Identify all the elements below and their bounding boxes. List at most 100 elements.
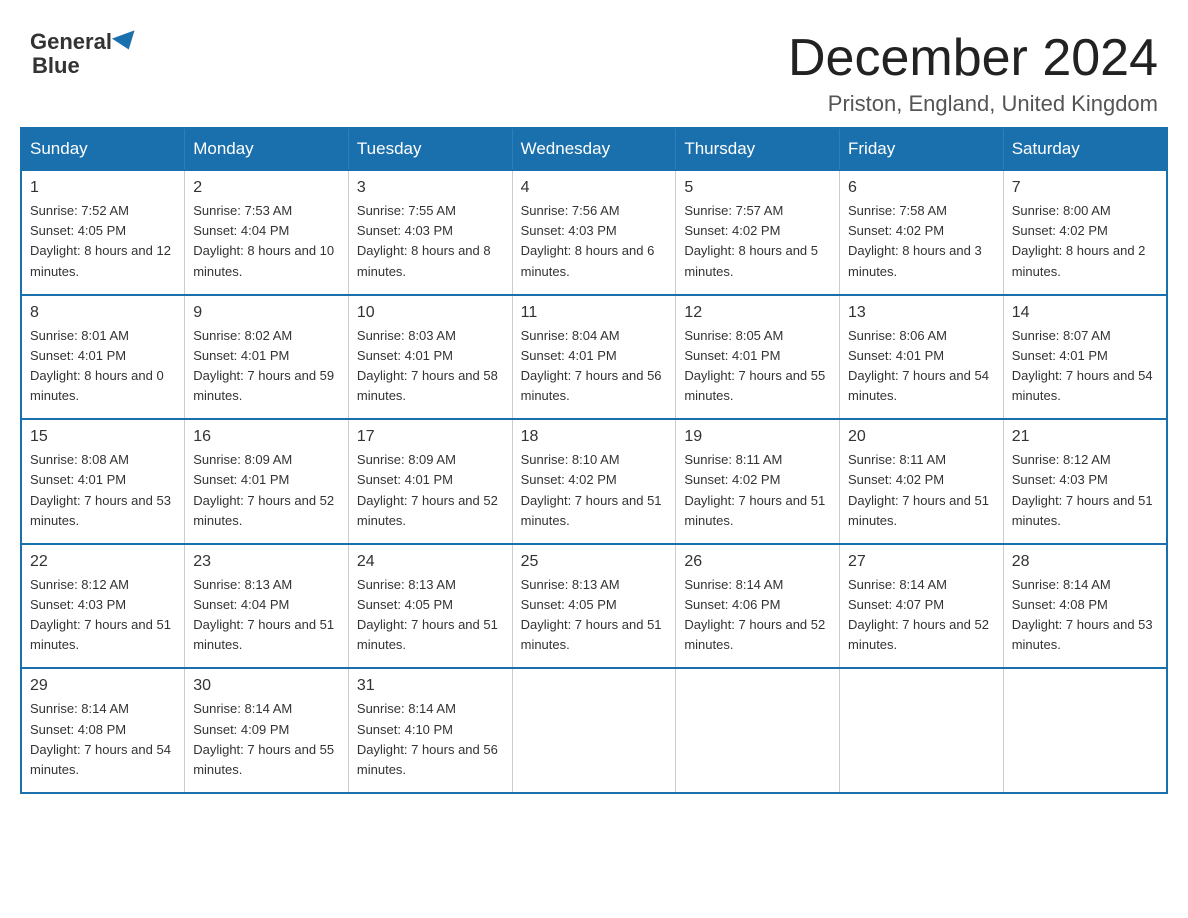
day-info: Sunrise: 8:14 AMSunset: 4:09 PMDaylight:… <box>193 699 340 780</box>
calendar-cell: 7Sunrise: 8:00 AMSunset: 4:02 PMDaylight… <box>1003 170 1167 295</box>
day-number: 26 <box>684 553 831 571</box>
calendar-cell: 31 Sunrise: 8:14 AMSunset: 4:10 PMDayligh… <box>348 668 512 793</box>
calendar-cell: 18 Sunrise: 8:10 AMSunset: 4:02 PMDayligh… <box>512 419 676 544</box>
day-info: Sunrise: 8:14 AMSunset: 4:10 PMDaylight:… <box>357 699 504 780</box>
calendar-cell: 2 Sunrise: 7:53 AMSunset: 4:04 PMDaylight… <box>185 170 349 295</box>
calendar-cell: 15 Sunrise: 8:08 AMSunset: 4:01 PMDayligh… <box>21 419 185 544</box>
day-number: 1 <box>30 179 176 197</box>
calendar-subtitle: Priston, England, United Kingdom <box>788 91 1158 117</box>
logo: General Blue <box>30 30 138 78</box>
calendar-cell: 4 Sunrise: 7:56 AMSunset: 4:03 PMDaylight… <box>512 170 676 295</box>
day-info: Sunrise: 8:12 AMSunset: 4:03 PMDaylight:… <box>30 575 176 656</box>
day-info: Sunrise: 8:14 AMSunset: 4:07 PMDaylight:… <box>848 575 995 656</box>
calendar-cell: 10Sunrise: 8:03 AMSunset: 4:01 PMDayligh… <box>348 295 512 420</box>
calendar-cell: 6Sunrise: 7:58 AMSunset: 4:02 PMDaylight… <box>840 170 1004 295</box>
calendar-cell: 26 Sunrise: 8:14 AMSunset: 4:06 PMDayligh… <box>676 544 840 669</box>
day-info: Sunrise: 8:14 AMSunset: 4:08 PMDaylight:… <box>30 699 176 780</box>
calendar-cell <box>676 668 840 793</box>
day-number: 6 <box>848 179 995 197</box>
day-info: Sunrise: 7:55 AMSunset: 4:03 PMDaylight:… <box>357 201 504 282</box>
day-info: Sunrise: 8:12 AMSunset: 4:03 PMDaylight:… <box>1012 450 1158 531</box>
calendar-cell: 11 Sunrise: 8:04 AMSunset: 4:01 PMDayligh… <box>512 295 676 420</box>
calendar-week-row: 8Sunrise: 8:01 AMSunset: 4:01 PMDaylight… <box>21 295 1167 420</box>
day-info: Sunrise: 8:13 AMSunset: 4:04 PMDaylight:… <box>193 575 340 656</box>
calendar-cell: 13 Sunrise: 8:06 AMSunset: 4:01 PMDayligh… <box>840 295 1004 420</box>
calendar-week-row: 22 Sunrise: 8:12 AMSunset: 4:03 PMDayligh… <box>21 544 1167 669</box>
calendar-cell <box>840 668 1004 793</box>
day-number: 14 <box>1012 304 1158 322</box>
calendar-cell: 5Sunrise: 7:57 AMSunset: 4:02 PMDaylight… <box>676 170 840 295</box>
day-info: Sunrise: 8:02 AMSunset: 4:01 PMDaylight:… <box>193 326 340 407</box>
day-info: Sunrise: 8:05 AMSunset: 4:01 PMDaylight:… <box>684 326 831 407</box>
calendar-cell <box>512 668 676 793</box>
weekday-header-row: SundayMondayTuesdayWednesdayThursdayFrid… <box>21 128 1167 170</box>
calendar-cell: 22 Sunrise: 8:12 AMSunset: 4:03 PMDayligh… <box>21 544 185 669</box>
day-number: 13 <box>848 304 995 322</box>
calendar-cell: 8Sunrise: 8:01 AMSunset: 4:01 PMDaylight… <box>21 295 185 420</box>
weekday-header-monday: Monday <box>185 128 349 170</box>
calendar-week-row: 15 Sunrise: 8:08 AMSunset: 4:01 PMDayligh… <box>21 419 1167 544</box>
weekday-header-saturday: Saturday <box>1003 128 1167 170</box>
day-info: Sunrise: 8:10 AMSunset: 4:02 PMDaylight:… <box>521 450 668 531</box>
calendar-cell: 28 Sunrise: 8:14 AMSunset: 4:08 PMDayligh… <box>1003 544 1167 669</box>
day-info: Sunrise: 8:08 AMSunset: 4:01 PMDaylight:… <box>30 450 176 531</box>
calendar-cell: 3 Sunrise: 7:55 AMSunset: 4:03 PMDaylight… <box>348 170 512 295</box>
day-number: 3 <box>357 179 504 197</box>
day-number: 30 <box>193 677 340 695</box>
weekday-header-sunday: Sunday <box>21 128 185 170</box>
day-info: Sunrise: 8:07 AMSunset: 4:01 PMDaylight:… <box>1012 326 1158 407</box>
day-info: Sunrise: 8:11 AMSunset: 4:02 PMDaylight:… <box>684 450 831 531</box>
day-number: 18 <box>521 428 668 446</box>
day-info: Sunrise: 7:56 AMSunset: 4:03 PMDaylight:… <box>521 201 668 282</box>
page-header: General Blue December 2024 Priston, Engl… <box>20 20 1168 117</box>
calendar-table: SundayMondayTuesdayWednesdayThursdayFrid… <box>20 127 1168 794</box>
day-number: 5 <box>684 179 831 197</box>
day-info: Sunrise: 8:13 AMSunset: 4:05 PMDaylight:… <box>521 575 668 656</box>
day-info: Sunrise: 8:00 AMSunset: 4:02 PMDaylight:… <box>1012 201 1158 282</box>
title-block: December 2024 Priston, England, United K… <box>788 30 1158 117</box>
calendar-cell: 17Sunrise: 8:09 AMSunset: 4:01 PMDayligh… <box>348 419 512 544</box>
day-info: Sunrise: 8:09 AMSunset: 4:01 PMDaylight:… <box>193 450 340 531</box>
calendar-cell: 29Sunrise: 8:14 AMSunset: 4:08 PMDayligh… <box>21 668 185 793</box>
day-info: Sunrise: 7:53 AMSunset: 4:04 PMDaylight:… <box>193 201 340 282</box>
calendar-cell: 12 Sunrise: 8:05 AMSunset: 4:01 PMDayligh… <box>676 295 840 420</box>
calendar-cell: 30 Sunrise: 8:14 AMSunset: 4:09 PMDayligh… <box>185 668 349 793</box>
day-info: Sunrise: 8:09 AMSunset: 4:01 PMDaylight:… <box>357 450 504 531</box>
day-number: 24 <box>357 553 504 571</box>
day-info: Sunrise: 8:03 AMSunset: 4:01 PMDaylight:… <box>357 326 504 407</box>
calendar-cell: 14 Sunrise: 8:07 AMSunset: 4:01 PMDayligh… <box>1003 295 1167 420</box>
calendar-cell: 23 Sunrise: 8:13 AMSunset: 4:04 PMDayligh… <box>185 544 349 669</box>
weekday-header-thursday: Thursday <box>676 128 840 170</box>
day-number: 9 <box>193 304 340 322</box>
calendar-cell: 1 Sunrise: 7:52 AMSunset: 4:05 PMDaylight… <box>21 170 185 295</box>
calendar-week-row: 29Sunrise: 8:14 AMSunset: 4:08 PMDayligh… <box>21 668 1167 793</box>
calendar-cell: 19 Sunrise: 8:11 AMSunset: 4:02 PMDayligh… <box>676 419 840 544</box>
day-info: Sunrise: 8:14 AMSunset: 4:06 PMDaylight:… <box>684 575 831 656</box>
day-number: 15 <box>30 428 176 446</box>
day-info: Sunrise: 7:52 AMSunset: 4:05 PMDaylight:… <box>30 201 176 282</box>
weekday-header-wednesday: Wednesday <box>512 128 676 170</box>
day-info: Sunrise: 8:04 AMSunset: 4:01 PMDaylight:… <box>521 326 668 407</box>
calendar-cell: 16 Sunrise: 8:09 AMSunset: 4:01 PMDayligh… <box>185 419 349 544</box>
day-number: 12 <box>684 304 831 322</box>
day-number: 4 <box>521 179 668 197</box>
day-number: 11 <box>521 304 668 322</box>
calendar-cell: 20Sunrise: 8:11 AMSunset: 4:02 PMDayligh… <box>840 419 1004 544</box>
weekday-header-friday: Friday <box>840 128 1004 170</box>
day-number: 31 <box>357 677 504 695</box>
logo-text-general: General <box>30 30 112 54</box>
day-number: 2 <box>193 179 340 197</box>
logo-arrow-icon <box>112 30 140 53</box>
calendar-title: December 2024 <box>788 30 1158 87</box>
day-number: 19 <box>684 428 831 446</box>
day-number: 8 <box>30 304 176 322</box>
calendar-cell: 25Sunrise: 8:13 AMSunset: 4:05 PMDayligh… <box>512 544 676 669</box>
day-number: 28 <box>1012 553 1158 571</box>
day-info: Sunrise: 8:14 AMSunset: 4:08 PMDaylight:… <box>1012 575 1158 656</box>
day-number: 21 <box>1012 428 1158 446</box>
day-number: 16 <box>193 428 340 446</box>
calendar-cell: 24Sunrise: 8:13 AMSunset: 4:05 PMDayligh… <box>348 544 512 669</box>
day-number: 22 <box>30 553 176 571</box>
day-number: 23 <box>193 553 340 571</box>
day-info: Sunrise: 8:06 AMSunset: 4:01 PMDaylight:… <box>848 326 995 407</box>
